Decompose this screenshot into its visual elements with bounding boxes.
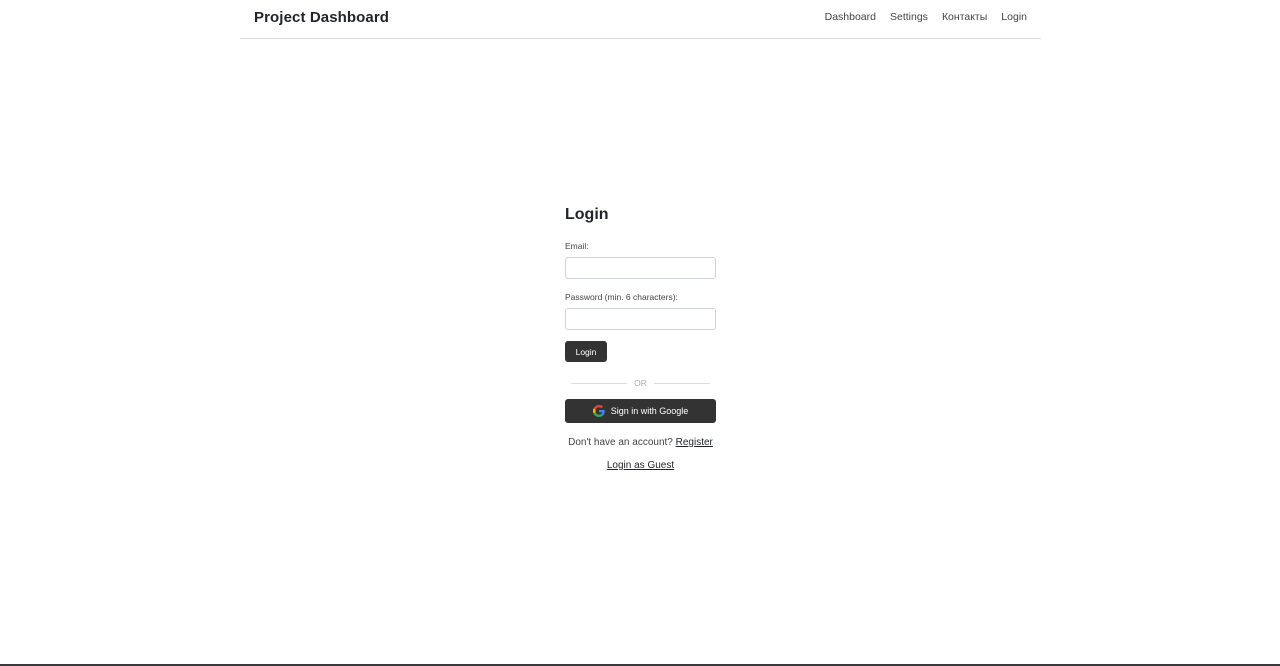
- nav-link-settings[interactable]: Settings: [890, 11, 928, 23]
- divider-text: OR: [634, 378, 647, 388]
- login-heading: Login: [565, 206, 609, 223]
- divider-line-right: [654, 383, 710, 384]
- nav-link-contacts[interactable]: Контакты: [942, 11, 987, 23]
- google-g-icon: [592, 405, 605, 417]
- or-divider: OR: [565, 378, 716, 388]
- divider-line-left: [571, 383, 627, 384]
- login-as-guest-link[interactable]: Login as Guest: [607, 460, 674, 471]
- nav-links: Dashboard Settings Контакты Login: [825, 11, 1027, 23]
- password-label: Password (min. 6 characters):: [565, 292, 678, 302]
- register-prompt-text: Don't have an account?: [568, 437, 673, 448]
- brand-title[interactable]: Project Dashboard: [254, 9, 389, 26]
- nav-link-login[interactable]: Login: [1001, 11, 1027, 23]
- register-prompt-line: Don't have an account? Register: [565, 437, 716, 448]
- top-navbar: Project Dashboard Dashboard Settings Кон…: [240, 0, 1041, 39]
- nav-link-dashboard[interactable]: Dashboard: [825, 11, 876, 23]
- email-field[interactable]: [565, 257, 716, 279]
- google-signin-button[interactable]: Sign in with Google: [565, 399, 716, 423]
- page: Project Dashboard Dashboard Settings Кон…: [0, 0, 1280, 666]
- guest-login-line: Login as Guest: [565, 460, 716, 471]
- google-signin-label: Sign in with Google: [610, 406, 689, 416]
- register-link[interactable]: Register: [676, 437, 713, 448]
- email-label: Email:: [565, 241, 589, 251]
- login-form: Login Email: Password (min. 6 characters…: [565, 204, 716, 471]
- login-button[interactable]: Login: [565, 341, 607, 362]
- password-field[interactable]: [565, 308, 716, 330]
